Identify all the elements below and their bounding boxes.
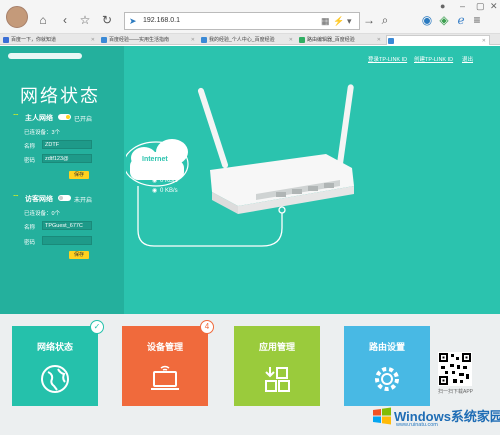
go-icon[interactable]: → (362, 13, 376, 27)
laptop-icon (151, 365, 179, 390)
watermark: Windows系统家园 www.ruinatu.com (370, 400, 500, 432)
card-title: 网络状态 (36, 342, 73, 352)
tab-my-jingyan[interactable]: 我的经验_个人中心_百度经验 ✕ (200, 35, 296, 45)
main-devices-count: 已连设备：3个 (24, 130, 61, 136)
download-icon: ◉ (152, 188, 158, 194)
tab-label: 百度一下，你就知道 (11, 37, 57, 43)
card-title: 应用管理 (258, 342, 295, 352)
globe-icon (41, 365, 69, 393)
device-count-badge: 4 (200, 320, 214, 334)
tab-jingyan[interactable]: 百度经验——实用生活指南 ✕ (100, 35, 198, 45)
main-password-label: 密码 (24, 158, 36, 164)
home-icon[interactable]: ⌂ (36, 13, 50, 27)
tab-label: 百度经验——实用生活指南 (109, 37, 170, 43)
address-bar[interactable]: ➤ 192.168.0.1 ▦ ⚡ ▾ (124, 12, 360, 30)
router-favicon-icon (388, 38, 394, 44)
main-password-field[interactable]: zdtf123@ (42, 154, 92, 163)
tab-router[interactable]: ✕ (386, 35, 490, 45)
windows-logo-icon (373, 407, 391, 425)
network-diagram: Internet 0 KB/s 0 KB/s ◉ ◉ (123, 60, 500, 314)
refresh-icon[interactable]: ↻ (100, 13, 114, 27)
avatar[interactable] (6, 6, 28, 28)
tab-close-icon[interactable]: ✕ (289, 35, 293, 45)
back-icon[interactable]: ‹ (58, 13, 72, 27)
main-name-field[interactable]: ZDTF (42, 140, 92, 149)
jingyan-favicon-icon (201, 37, 207, 43)
router-illustration (123, 84, 354, 247)
grid-icon[interactable]: ▦ (321, 16, 330, 27)
guest-save-button[interactable]: 保存 (69, 251, 89, 259)
main-network-toggle[interactable] (58, 114, 71, 120)
brand-logo (8, 53, 82, 59)
tab-close-icon[interactable]: ✕ (191, 35, 195, 45)
check-badge: ✓ (90, 320, 104, 334)
guest-network-toggle[interactable] (58, 195, 71, 201)
tab-editor[interactable]: 路由编辑器_百度经验 ✕ (298, 35, 384, 45)
search-icon[interactable]: ⌕ (378, 13, 392, 27)
card-network-status[interactable]: 网络状态 ✓ (12, 320, 104, 406)
guest-name-field[interactable]: TPGuest_677C (42, 221, 92, 230)
address-text: 192.168.0.1 (143, 17, 180, 24)
card-title: 设备管理 (146, 342, 183, 352)
guest-name-label: 名称 (24, 225, 36, 231)
watermark-url: www.ruinatu.com (396, 422, 438, 428)
cloud-label: Internet (142, 156, 168, 163)
apps-icon (265, 367, 290, 392)
upload-rate: 0 KB/s (160, 178, 178, 184)
navigate-icon: ➤ (129, 16, 137, 26)
skin-icon[interactable]: ● (440, 1, 445, 11)
download-rate: 0 KB/s (160, 188, 178, 194)
dropdown-icon[interactable]: ▾ (347, 16, 352, 27)
guest-network-title: 访客网络 (25, 196, 53, 203)
main-network-state: 已开启 (74, 117, 93, 123)
wifi-icon: ⌔ (12, 193, 20, 202)
main-network-title: 主人网络 (25, 115, 53, 122)
upload-icon: ◉ (152, 178, 158, 184)
tab-strip: 百度一下，你就知道 ✕ 百度经验——实用生活指南 ✕ 我的经验_个人中心_百度经… (0, 34, 500, 45)
tab-baidu[interactable]: 百度一下，你就知道 ✕ (2, 35, 98, 45)
tab-close-icon[interactable]: ✕ (482, 36, 486, 46)
page-title: 网络状态 (20, 86, 100, 106)
tab-close-icon[interactable]: ✕ (91, 35, 95, 45)
maximize-icon[interactable]: ▢ (476, 1, 485, 12)
gear-icon (375, 367, 399, 391)
card-app-management[interactable]: 应用管理 (234, 326, 320, 406)
card-router-settings[interactable]: 路由设置 (344, 326, 430, 406)
wifi-icon: ⌔ (12, 112, 20, 121)
editor-favicon-icon (299, 37, 305, 43)
bolt-icon[interactable]: ⚡ (333, 16, 344, 27)
star-icon[interactable]: ☆ (78, 13, 92, 27)
card-device-management[interactable]: 设备管理 4 (122, 320, 214, 406)
guest-password-label: 密码 (24, 240, 36, 246)
qr-caption: 扫一扫下载APP (438, 389, 474, 395)
browser-icon[interactable]: ◉ (420, 13, 434, 27)
ie-icon[interactable]: ℯ (454, 13, 468, 27)
jingyan-favicon-icon (101, 37, 107, 43)
tab-label: 路由编辑器_百度经验 (307, 37, 355, 43)
main-save-button[interactable]: 保存 (69, 171, 89, 179)
card-title: 路由设置 (368, 342, 405, 352)
minimize-icon[interactable]: – (460, 1, 465, 11)
close-icon[interactable]: ✕ (490, 1, 498, 12)
tab-close-icon[interactable]: ✕ (377, 35, 381, 45)
baidu-favicon-icon (3, 37, 9, 43)
qr-code (438, 352, 472, 386)
tab-label: 我的经验_个人中心_百度经验 (209, 37, 275, 43)
guest-devices-count: 已连设备：0个 (24, 211, 61, 217)
main-name-label: 名称 (24, 144, 36, 150)
shield-icon[interactable]: ◈ (437, 13, 451, 27)
guest-network-state: 未开启 (74, 198, 93, 204)
guest-password-field[interactable] (42, 236, 92, 245)
browser-toolbar: ⌂ ‹ ☆ ↻ ➤ 192.168.0.1 ▦ ⚡ ▾ → ⌕ ◉ ◈ ℯ ≡ … (0, 0, 500, 34)
menu-icon[interactable]: ≡ (470, 13, 484, 27)
